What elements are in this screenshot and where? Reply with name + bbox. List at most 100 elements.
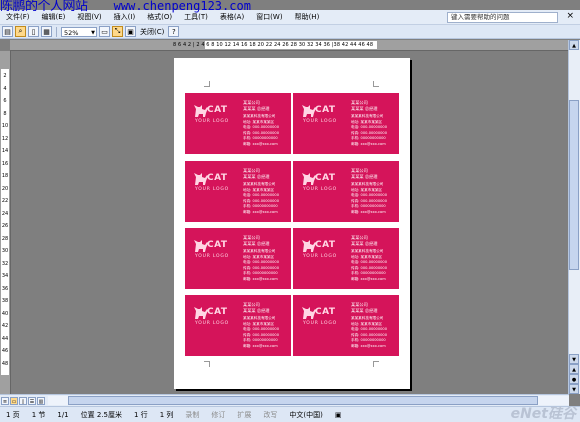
vertical-ruler-tick: 44 — [1, 335, 9, 342]
logo-subtitle: YOUR LOGO — [195, 254, 230, 259]
status-overtype[interactable]: 改写 — [257, 410, 283, 420]
card-info-line: 某某某科技有限公司 — [351, 316, 384, 320]
vertical-ruler-tick: 14 — [1, 148, 9, 154]
logo-subtitle: YOUR LOGO — [195, 119, 230, 124]
card-contact-info: 某某公司 某某某 总经理 某某某科技有限公司 地址: 某某市某某区 电话: 000-00… — [351, 302, 387, 349]
menu-table[interactable]: 表格(A) — [214, 10, 250, 24]
card-info-line: 邮箱: xxx@xxx.com — [243, 343, 278, 348]
vertical-ruler-tick: 24 — [1, 210, 9, 217]
logo-text: CAT — [207, 240, 228, 250]
multiple-pages-icon[interactable]: ▦ — [41, 26, 52, 37]
card-info-line: 手机: 00000000000 — [243, 271, 278, 275]
card-info-line: 手机: 00000000000 — [243, 136, 278, 140]
close-icon[interactable]: × — [566, 11, 574, 21]
crop-mark — [373, 361, 379, 367]
previous-page-icon[interactable]: ▲ — [569, 364, 579, 374]
scroll-bottom-controls: ▼ ▲ ● ▼ — [569, 354, 579, 394]
vertical-ruler-tick: 32 — [1, 260, 9, 267]
vertical-ruler-tick: 40 — [1, 310, 9, 317]
business-card: CAT YOUR LOGO 某某公司 某某某 总经理 某某某科技有限公司 地址: 某某市某… — [293, 161, 399, 222]
status-record[interactable]: 录制 — [179, 410, 205, 420]
shrink-to-fit-icon[interactable]: ⤡ — [112, 26, 123, 37]
help-search-input[interactable]: 键入需要帮助的问题 — [447, 12, 558, 23]
vertical-ruler-tick: 2 — [3, 73, 7, 79]
menu-file[interactable]: 文件(F) — [0, 10, 36, 24]
vertical-ruler-tick: 46 — [1, 348, 9, 354]
status-extend[interactable]: 扩展 — [231, 410, 257, 420]
card-info-line: 手机: 00000000000 — [351, 338, 386, 342]
menu-edit[interactable]: 编辑(E) — [36, 10, 72, 24]
menu-insert[interactable]: 插入(I) — [108, 10, 142, 24]
scroll-up-icon[interactable]: ▲ — [569, 40, 579, 50]
card-contact-info: 某某公司 某某某 总经理 某某某科技有限公司 地址: 某某市某某区 电话: 000-00… — [351, 100, 387, 147]
card-info-line: 手机: 00000000000 — [351, 136, 386, 140]
vertical-ruler-tick: 26 — [1, 223, 9, 229]
vertical-scrollbar[interactable]: ▲ ▼ ▲ ● ▼ — [568, 40, 580, 394]
card-info-line: 某某某科技有限公司 — [351, 182, 384, 186]
browse-object-icon[interactable]: ● — [569, 374, 579, 384]
business-card: CAT YOUR LOGO 某某公司 某某某 总经理 某某某科技有限公司 地址: 某某市某… — [185, 161, 291, 222]
logo-subtitle: YOUR LOGO — [195, 187, 230, 192]
one-page-icon[interactable]: ▯ — [28, 26, 39, 37]
close-preview-button[interactable]: 关闭(C) — [138, 27, 166, 37]
menu-view[interactable]: 视图(V) — [71, 10, 107, 24]
horizontal-scroll-thumb[interactable] — [68, 396, 538, 405]
crop-mark — [204, 361, 210, 367]
zoom-select[interactable]: 52% ▼ — [61, 26, 97, 37]
outline-view-icon[interactable]: ☰ — [28, 396, 36, 405]
business-card: CAT YOUR LOGO 某某公司 某某某 总经理 某某某科技有限公司 地址: 某某市某… — [185, 93, 291, 154]
card-contact-info: 某某公司 某某某 总经理 某某某科技有限公司 地址: 某某市某某区 电话: 000-00… — [243, 168, 279, 215]
vertical-ruler-tick: 10 — [1, 123, 9, 129]
card-info-line: 邮箱: xxx@xxx.com — [351, 141, 386, 146]
menu-tools[interactable]: 工具(T) — [178, 10, 214, 24]
view-bar: ≡ ▭ ▯ ☰ ▥ — [0, 394, 569, 406]
card-info-line: 某某某科技有限公司 — [243, 249, 276, 253]
card-contact-info: 某某公司 某某某 总经理 某某某科技有限公司 地址: 某某市某某区 电话: 000-00… — [351, 168, 387, 215]
view-ruler-icon[interactable]: ▭ — [99, 26, 110, 37]
logo-text: CAT — [315, 173, 336, 183]
vertical-ruler: 2 4 6 8 10 12 14 16 18 20 22 24 26 28 30 32 34 36 38 40 42 44… — [0, 51, 11, 394]
menu-help[interactable]: 帮助(H) — [289, 10, 326, 24]
web-layout-icon[interactable]: ▭ — [10, 396, 18, 405]
full-screen-icon[interactable]: ▣ — [125, 26, 136, 37]
card-info-line: 电话: 000-00000000 — [243, 327, 279, 331]
menu-window[interactable]: 窗口(W) — [250, 10, 288, 24]
business-card: CAT YOUR LOGO 某某公司 某某某 总经理 某某某科技有限公司 地址: 某某市某… — [293, 228, 399, 289]
scroll-thumb[interactable] — [569, 100, 579, 270]
card-contact-info: 某某公司 某某某 总经理 某某某科技有限公司 地址: 某某市某某区 电话: 000-00… — [243, 302, 279, 349]
card-contact-info: 某某公司 某某某 总经理 某某某科技有限公司 地址: 某某市某某区 电话: 000-00… — [243, 235, 279, 282]
menu-format[interactable]: 格式(O) — [141, 10, 178, 24]
reading-layout-icon[interactable]: ▥ — [37, 396, 45, 405]
spelling-check-icon[interactable]: ▣ — [329, 411, 348, 419]
card-info-line: 某某某科技有限公司 — [351, 114, 384, 118]
card-info-line: 电话: 000-00000000 — [243, 193, 279, 197]
vertical-ruler-tick: 18 — [1, 173, 9, 179]
status-language: 中文(中国) — [289, 410, 323, 419]
print-layout-icon[interactable]: ▯ — [19, 396, 27, 405]
vertical-ruler-tick: 48 — [1, 360, 9, 367]
magnifier-icon[interactable]: ⌕ — [15, 26, 26, 37]
status-track-changes[interactable]: 修订 — [205, 410, 231, 420]
card-contact-info: 某某公司 某某某 总经理 某某某科技有限公司 地址: 某某市某某区 电话: 000-00… — [351, 235, 387, 282]
crop-mark — [373, 81, 379, 87]
card-info-line: 某某某科技有限公司 — [243, 182, 276, 186]
toolbar-divider — [56, 26, 57, 37]
card-info-line: 电话: 000-00000000 — [351, 125, 387, 129]
normal-view-icon[interactable]: ≡ — [1, 396, 9, 405]
logo-text: CAT — [315, 105, 336, 115]
vertical-ruler-tick: 30 — [1, 248, 9, 254]
horizontal-scrollbar[interactable] — [48, 396, 569, 405]
document-page[interactable]: CAT YOUR LOGO 某某公司 某某某 总经理 某某某科技有限公司 地址: 某某市某… — [174, 58, 410, 389]
status-column: 1 列 — [159, 410, 174, 419]
card-info-line: 邮箱: xxx@xxx.com — [351, 209, 386, 214]
scroll-down-icon[interactable]: ▼ — [569, 354, 579, 364]
chevron-down-icon: ▼ — [91, 29, 95, 36]
status-section: 1 节 — [31, 410, 46, 419]
help-icon[interactable]: ? — [168, 26, 180, 37]
vertical-ruler-tick: 36 — [1, 285, 9, 292]
card-info-line: 电话: 000-00000000 — [243, 260, 279, 264]
card-info-line: 邮箱: xxx@xxx.com — [243, 141, 278, 146]
logo-text: CAT — [207, 105, 228, 115]
next-page-icon[interactable]: ▼ — [569, 384, 579, 394]
print-icon[interactable]: ▤ — [2, 26, 13, 37]
